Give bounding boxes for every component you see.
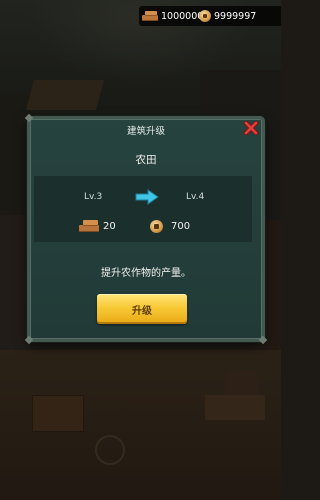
wood-currency: 1000000 — [142, 9, 203, 23]
next-level: Lv.4 — [186, 192, 205, 202]
right-arrow-icon — [135, 189, 159, 205]
upgrade-info-panel: Lv.3 Lv.4 20 700 — [34, 176, 252, 242]
wood-planks-icon — [142, 11, 158, 21]
coin-cost-amount: 700 — [171, 221, 191, 232]
coin-amount: 9999997 — [214, 10, 257, 22]
copper-coin-icon — [150, 220, 163, 233]
upgrade-button-label: 升级 — [132, 305, 152, 317]
dialog-title: 建筑升级 — [126, 126, 165, 137]
building-description: 提升农作物的产量。 — [101, 268, 191, 279]
close-button[interactable] — [243, 120, 259, 136]
upgrade-button[interactable]: 升级 — [97, 294, 187, 324]
coin-currency: 9999997 — [199, 9, 256, 23]
wood-amount: 1000000 — [161, 10, 204, 22]
building-upgrade-dialog: 建筑升级 农田 Lv.3 Lv.4 20 700 提升农作物的产量。 升级 — [24, 113, 268, 345]
currency-bar: 1000000 9999997 — [139, 6, 281, 26]
dialog-corner-ornament — [24, 113, 34, 123]
wood-planks-icon — [79, 220, 99, 232]
copper-coin-icon — [199, 10, 211, 22]
coin-cost: 700 — [150, 220, 190, 233]
wood-cost-amount: 20 — [103, 220, 116, 232]
close-x-icon — [243, 120, 259, 136]
wood-cost: 20 — [79, 220, 116, 232]
building-name: 农田 — [135, 154, 157, 166]
current-level: Lv.3 — [84, 192, 103, 202]
